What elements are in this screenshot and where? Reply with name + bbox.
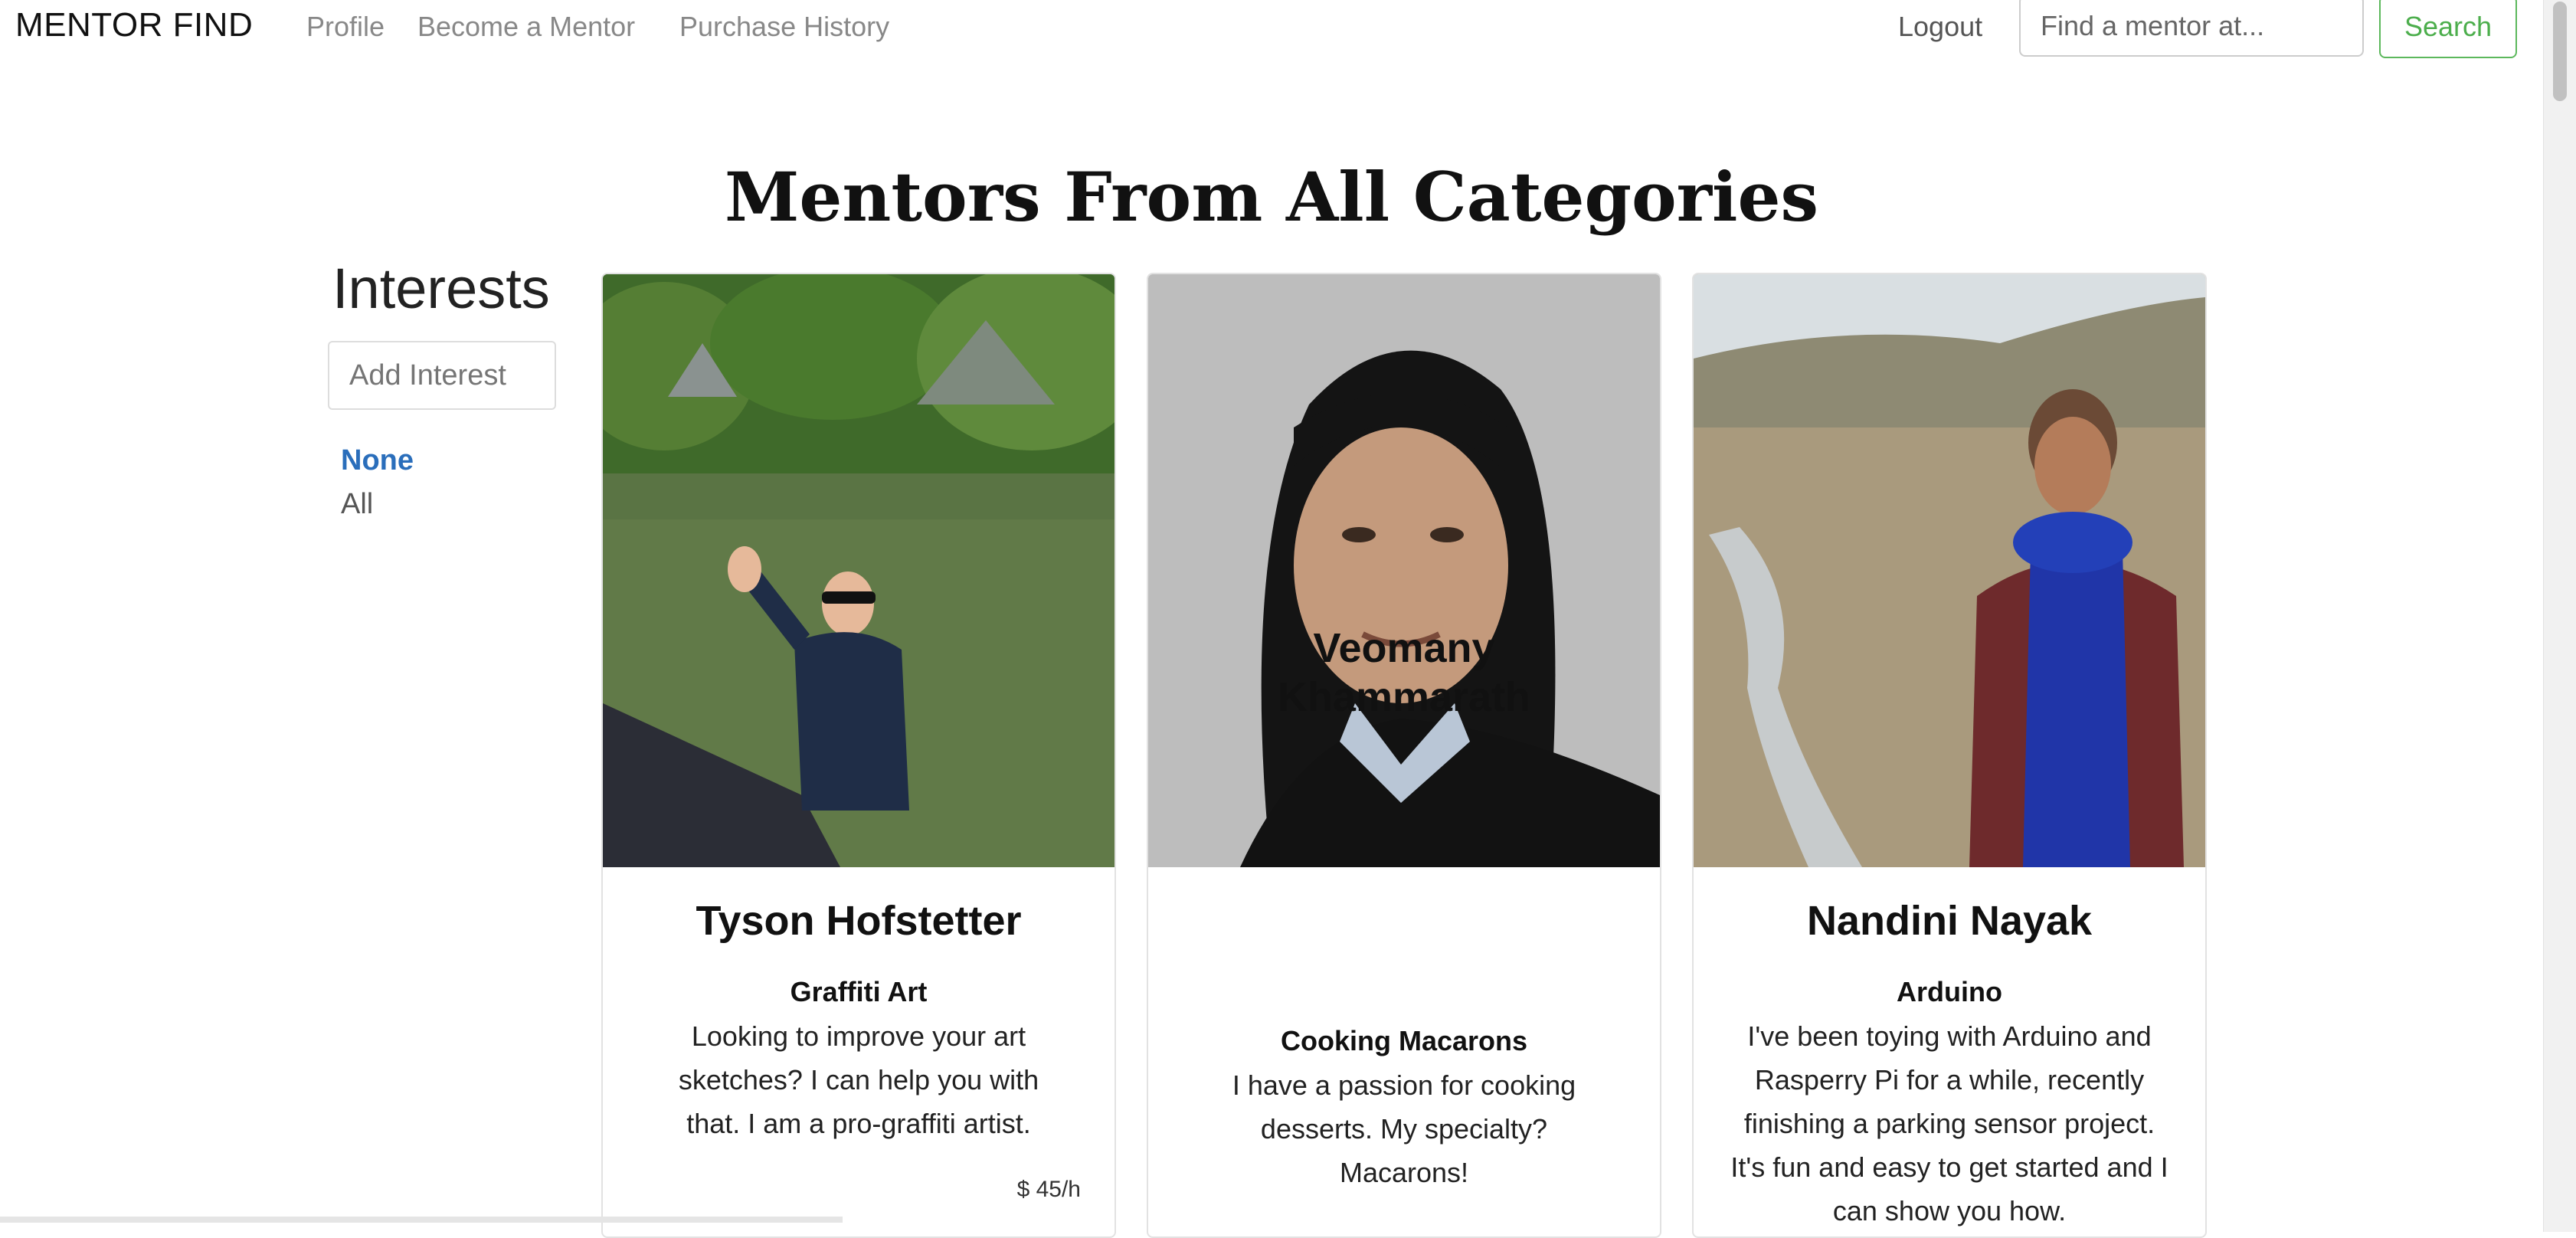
mentor-card[interactable]: Veomany Khammarath Cooking Macarons I ha… <box>1147 273 1661 1238</box>
mentor-photo <box>1148 274 1660 867</box>
mentor-name[interactable]: Tyson Hofstetter <box>603 896 1115 945</box>
brand-logo[interactable]: MENTOR FIND <box>15 6 253 44</box>
nav-link-purchase-history[interactable]: Purchase History <box>679 11 889 43</box>
mentor-name-text: Veomany Khammarath <box>1277 625 1531 720</box>
horizontal-scrollbar[interactable] <box>0 1217 843 1223</box>
page-title: Mentors From All Categories <box>724 157 1819 237</box>
logout-link[interactable]: Logout <box>1898 11 1982 43</box>
navbar: MENTOR FIND Profile Become a Mentor Purc… <box>0 0 2543 61</box>
mentor-card[interactable]: Tyson Hofstetter Graffiti Art Looking to… <box>601 273 1116 1238</box>
scrollbar-thumb[interactable] <box>2553 2 2567 101</box>
mentor-skill: Graffiti Art <box>790 976 928 1007</box>
mentor-photo <box>1694 274 2205 867</box>
page-scrollbar[interactable] <box>2543 0 2576 1232</box>
interest-item-all[interactable]: All <box>341 488 373 521</box>
interest-item-none[interactable]: None <box>341 444 414 477</box>
mentor-card[interactable]: Nandini Nayak Arduino I've been toying w… <box>1692 273 2207 1238</box>
nav-link-become-mentor[interactable]: Become a Mentor <box>417 11 635 43</box>
nav-link-profile[interactable]: Profile <box>306 11 385 43</box>
mentor-skill: Arduino <box>1897 976 2002 1007</box>
interests-heading: Interests <box>332 257 550 320</box>
search-input[interactable] <box>2019 0 2364 57</box>
mentor-description: Looking to improve your art sketches? I … <box>678 1020 1039 1139</box>
mentor-photo <box>603 274 1115 867</box>
mentor-name[interactable]: Veomany Khammarath <box>1148 624 1660 722</box>
mentor-name[interactable]: Nandini Nayak <box>1694 896 2205 945</box>
mentor-description: I've been toying with Arduino and Rasper… <box>1730 1020 2168 1227</box>
search-button[interactable]: Search <box>2379 0 2517 58</box>
add-interest-input[interactable] <box>328 341 556 410</box>
mentor-price: $ 45/h <box>1016 1177 1081 1202</box>
mentor-skill: Cooking Macarons <box>1280 1025 1528 1056</box>
mentor-description: I have a passion for cooking desserts. M… <box>1232 1069 1576 1188</box>
